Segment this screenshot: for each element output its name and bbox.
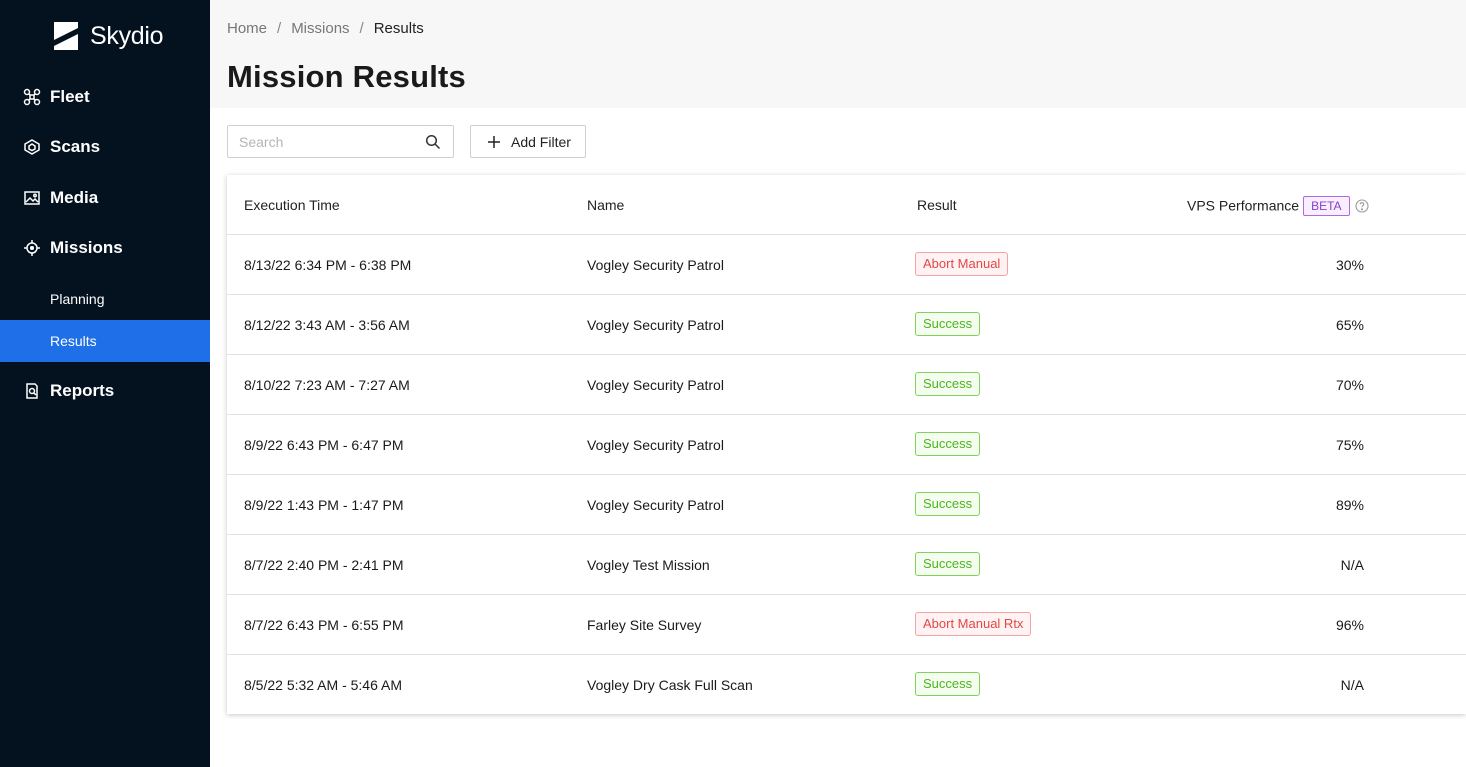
- breadcrumb-home[interactable]: Home: [227, 20, 267, 37]
- sidebar-item-missions[interactable]: Missions: [0, 228, 210, 268]
- results-table: Execution Time Name Result VPS Performan…: [227, 175, 1466, 714]
- sidebar-item-label: Reports: [50, 381, 115, 400]
- search-input[interactable]: [228, 126, 418, 157]
- result-status-badge: Success: [915, 432, 981, 456]
- column-header-result[interactable]: Result: [917, 197, 957, 213]
- sidebar-subitem-planning[interactable]: Planning: [0, 278, 210, 320]
- cell-execution-time: 8/12/22 3:43 AM - 3:56 AM: [244, 317, 410, 333]
- sidebar-item-fleet[interactable]: Fleet: [0, 77, 210, 117]
- cell-result: Success: [915, 672, 981, 696]
- skydio-logo-icon: [54, 22, 78, 50]
- sidebar-item-label: Scans: [50, 137, 101, 156]
- cell-vps-performance: N/A: [1340, 557, 1364, 573]
- cell-execution-time: 8/13/22 6:34 PM - 6:38 PM: [244, 257, 412, 273]
- cell-vps-performance: 96%: [1335, 617, 1364, 633]
- sidebar-subitem-label: Planning: [50, 291, 105, 307]
- table-row[interactable]: 8/10/22 7:23 AM - 7:27 AM Vogley Security…: [227, 355, 1466, 415]
- cell-name: Vogley Security Patrol: [587, 437, 724, 453]
- breadcrumb-separator: /: [359, 20, 364, 37]
- app: Skydio Fleet Scans Media Missions Planni…: [0, 0, 1466, 767]
- table-row[interactable]: 8/13/22 6:34 PM - 6:38 PM Vogley Security…: [227, 235, 1466, 295]
- result-status-badge: Abort Manual Rtx: [915, 612, 1032, 636]
- add-filter-label: Add Filter: [511, 134, 571, 150]
- table-row[interactable]: 8/7/22 2:40 PM - 2:41 PM Vogley Test Miss…: [227, 535, 1466, 595]
- cell-result: Abort Manual Rtx: [915, 612, 1032, 636]
- result-status-badge: Success: [915, 672, 981, 696]
- sidebar-item-scans[interactable]: Scans: [0, 127, 210, 167]
- cell-name: Vogley Security Patrol: [587, 377, 724, 393]
- column-header-execution-time[interactable]: Execution Time: [244, 197, 340, 213]
- sidebar-item-label: Media: [50, 188, 99, 207]
- page-header: Home / Missions / Results Mission Result…: [210, 0, 1466, 108]
- cell-vps-performance: 65%: [1335, 317, 1364, 333]
- cell-vps-performance: 89%: [1335, 497, 1364, 513]
- column-header-name[interactable]: Name: [587, 197, 624, 213]
- cell-name: Vogley Dry Cask Full Scan: [587, 677, 753, 693]
- cell-execution-time: 8/10/22 7:23 AM - 7:27 AM: [244, 377, 410, 393]
- brand-name: Skydio: [90, 21, 164, 50]
- cell-name: Vogley Test Mission: [587, 557, 710, 573]
- result-status-badge: Success: [915, 552, 981, 576]
- cell-result: Success: [915, 492, 981, 516]
- cell-execution-time: 8/5/22 5:32 AM - 5:46 AM: [244, 677, 402, 693]
- cell-result: Abort Manual: [915, 252, 1009, 276]
- cell-result: Success: [915, 372, 981, 396]
- sidebar-item-label: Missions: [50, 238, 123, 257]
- search-icon[interactable]: [425, 134, 441, 150]
- result-status-badge: Success: [915, 312, 981, 336]
- result-status-badge: Success: [915, 372, 981, 396]
- sidebar-item-reports[interactable]: Reports: [0, 371, 210, 411]
- cell-execution-time: 8/7/22 2:40 PM - 2:41 PM: [244, 557, 404, 573]
- target-icon: [23, 239, 41, 257]
- cell-name: Vogley Security Patrol: [587, 317, 724, 333]
- breadcrumb-current: Results: [373, 20, 424, 37]
- table-row[interactable]: 8/9/22 1:43 PM - 1:47 PM Vogley Security …: [227, 475, 1466, 535]
- sidebar-subitem-results[interactable]: Results: [0, 320, 210, 362]
- cell-vps-performance: 30%: [1335, 257, 1364, 273]
- scan-icon: [23, 138, 41, 156]
- cell-vps-performance: 70%: [1335, 377, 1364, 393]
- result-status-badge: Abort Manual: [915, 252, 1009, 276]
- cell-name: Farley Site Survey: [587, 617, 702, 633]
- page-title: Mission Results: [227, 59, 466, 94]
- add-filter-button[interactable]: Add Filter: [470, 125, 586, 158]
- result-status-badge: Success: [915, 492, 981, 516]
- report-icon: [23, 382, 41, 400]
- skydio-logo[interactable]: Skydio: [50, 19, 164, 53]
- image-icon: [23, 189, 41, 207]
- sidebar-item-label: Fleet: [50, 87, 90, 106]
- table-row[interactable]: 8/12/22 3:43 AM - 3:56 AM Vogley Security…: [227, 295, 1466, 355]
- cell-result: Success: [915, 312, 981, 336]
- table-row[interactable]: 8/9/22 6:43 PM - 6:47 PM Vogley Security …: [227, 415, 1466, 475]
- cell-name: Vogley Security Patrol: [587, 497, 724, 513]
- search-box: [227, 125, 454, 158]
- table-row[interactable]: 8/5/22 5:32 AM - 5:46 AM Vogley Dry Cask …: [227, 655, 1466, 715]
- beta-badge: BETA: [1303, 196, 1350, 216]
- breadcrumb-separator: /: [277, 20, 282, 37]
- breadcrumb-missions[interactable]: Missions: [291, 20, 349, 37]
- help-icon[interactable]: [1354, 199, 1369, 213]
- sidebar-item-media[interactable]: Media: [0, 178, 210, 218]
- table-header: Execution Time Name Result VPS Performan…: [227, 175, 1466, 235]
- drone-icon: [23, 88, 41, 106]
- cell-result: Success: [915, 432, 981, 456]
- cell-vps-performance: 75%: [1335, 437, 1364, 453]
- cell-result: Success: [915, 552, 981, 576]
- sidebar: Skydio Fleet Scans Media Missions Planni…: [0, 0, 210, 767]
- plus-icon: [488, 136, 500, 148]
- sidebar-subitem-label: Results: [50, 333, 97, 349]
- cell-execution-time: 8/9/22 1:43 PM - 1:47 PM: [244, 497, 404, 513]
- cell-execution-time: 8/9/22 6:43 PM - 6:47 PM: [244, 437, 404, 453]
- column-header-label: VPS Performance: [1187, 197, 1300, 214]
- breadcrumb: Home / Missions / Results: [227, 20, 424, 37]
- column-header-vps-performance[interactable]: VPS Performance BETA: [1187, 196, 1369, 217]
- cell-execution-time: 8/7/22 6:43 PM - 6:55 PM: [244, 617, 404, 633]
- table-row[interactable]: 8/7/22 6:43 PM - 6:55 PM Farley Site Surv…: [227, 595, 1466, 655]
- cell-name: Vogley Security Patrol: [587, 257, 724, 273]
- cell-vps-performance: N/A: [1340, 677, 1364, 693]
